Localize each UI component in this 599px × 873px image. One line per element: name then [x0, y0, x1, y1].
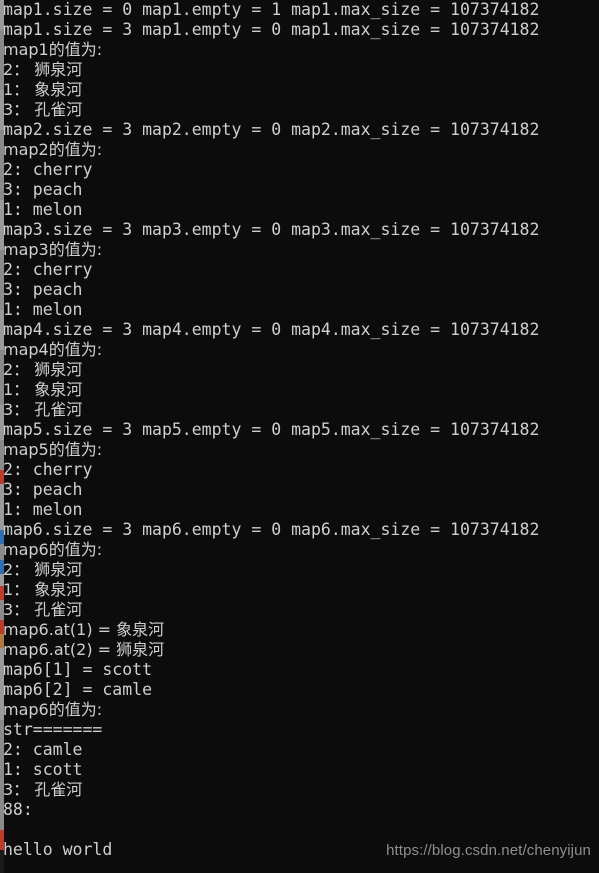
- console-line: map6.size = 3 map6.empty = 0 map6.max_si…: [3, 520, 540, 539]
- gutter-marker[interactable]: [0, 405, 4, 440]
- console-line: 2: cherry: [3, 260, 93, 279]
- console-line: 2: cherry: [3, 160, 93, 179]
- gutter-marker[interactable]: [0, 586, 4, 600]
- gutter-marker[interactable]: [0, 90, 4, 130]
- console-line: 88:: [3, 800, 33, 819]
- console-line: map5的值为:: [3, 440, 103, 459]
- gutter-marker[interactable]: [0, 250, 4, 310]
- gutter-marker[interactable]: [0, 484, 4, 530]
- console-line: 1： 象泉河: [3, 80, 83, 99]
- console-line: 3： 孔雀河: [3, 600, 83, 619]
- scroll-marker-gutter[interactable]: [0, 0, 4, 873]
- console-line: map6.at(1) = 象泉河: [3, 620, 165, 639]
- gutter-marker[interactable]: [0, 530, 4, 544]
- console-line: map4.size = 3 map4.empty = 0 map4.max_si…: [3, 320, 540, 339]
- console-line: map2.size = 3 map2.empty = 0 map2.max_si…: [3, 120, 540, 139]
- console-line: 2: camle: [3, 740, 83, 759]
- console-line: 1： 象泉河: [3, 580, 83, 599]
- console-line: 1: melon: [3, 500, 83, 519]
- gutter-marker[interactable]: [0, 350, 4, 405]
- gutter-marker[interactable]: [0, 470, 4, 484]
- gutter-marker[interactable]: [0, 310, 4, 350]
- console-line: 3: peach: [3, 180, 83, 199]
- console-line: map3.size = 3 map3.empty = 0 map3.max_si…: [3, 220, 540, 239]
- console-line: map1.size = 3 map1.empty = 0 map1.max_si…: [3, 20, 540, 39]
- console-line: 3： 孔雀河: [3, 780, 83, 799]
- gutter-marker[interactable]: [0, 648, 4, 720]
- console-output-area[interactable]: map1.size = 0 map1.empty = 1 map1.max_si…: [3, 0, 599, 873]
- gutter-marker[interactable]: [0, 130, 4, 200]
- gutter-marker[interactable]: [0, 634, 4, 648]
- console-line: map6的值为:: [3, 540, 103, 559]
- console-line: 1: melon: [3, 300, 83, 319]
- gutter-marker[interactable]: [0, 0, 4, 30]
- gutter-marker[interactable]: [0, 200, 4, 250]
- gutter-marker[interactable]: [0, 600, 4, 620]
- console-line: 3： 孔雀河: [3, 100, 83, 119]
- console-line: 3: peach: [3, 280, 83, 299]
- console-line: 2： 狮泉河: [3, 360, 83, 379]
- console-line: map6[2] = camle: [3, 680, 153, 699]
- console-line: map5.size = 3 map5.empty = 0 map5.max_si…: [3, 420, 540, 439]
- console-line: 2： 狮泉河: [3, 560, 83, 579]
- console-line: map1.size = 0 map1.empty = 1 map1.max_si…: [3, 0, 540, 19]
- console-line: 1: melon: [3, 200, 83, 219]
- console-line: map2的值为:: [3, 140, 103, 159]
- watermark-text: https://blog.csdn.net/chenyijun: [386, 842, 591, 859]
- console-line: 1： 象泉河: [3, 380, 83, 399]
- gutter-marker[interactable]: [0, 620, 4, 634]
- console-line: 3: peach: [3, 480, 83, 499]
- gutter-marker[interactable]: [0, 440, 4, 470]
- console-line: map1的值为:: [3, 40, 103, 59]
- console-line: map4的值为:: [3, 340, 103, 359]
- console-line: str=======: [3, 720, 103, 739]
- terminal-window: map1.size = 0 map1.empty = 1 map1.max_si…: [0, 0, 599, 873]
- gutter-marker[interactable]: [0, 850, 4, 873]
- console-line: 2： 狮泉河: [3, 60, 83, 79]
- console-line: 2: cherry: [3, 460, 93, 479]
- console-line: 3： 孔雀河: [3, 400, 83, 419]
- gutter-marker[interactable]: [0, 830, 4, 850]
- gutter-marker[interactable]: [0, 30, 4, 90]
- gutter-marker[interactable]: [0, 544, 4, 560]
- console-line: map3的值为:: [3, 240, 103, 259]
- console-line: map6[1] = scott: [3, 660, 153, 679]
- console-line: map6.at(2) = 狮泉河: [3, 640, 165, 659]
- console-line: 1: scott: [3, 760, 83, 779]
- gutter-marker[interactable]: [0, 574, 4, 586]
- gutter-marker[interactable]: [0, 560, 4, 574]
- gutter-marker[interactable]: [0, 720, 4, 830]
- console-line: map6的值为:: [3, 700, 103, 719]
